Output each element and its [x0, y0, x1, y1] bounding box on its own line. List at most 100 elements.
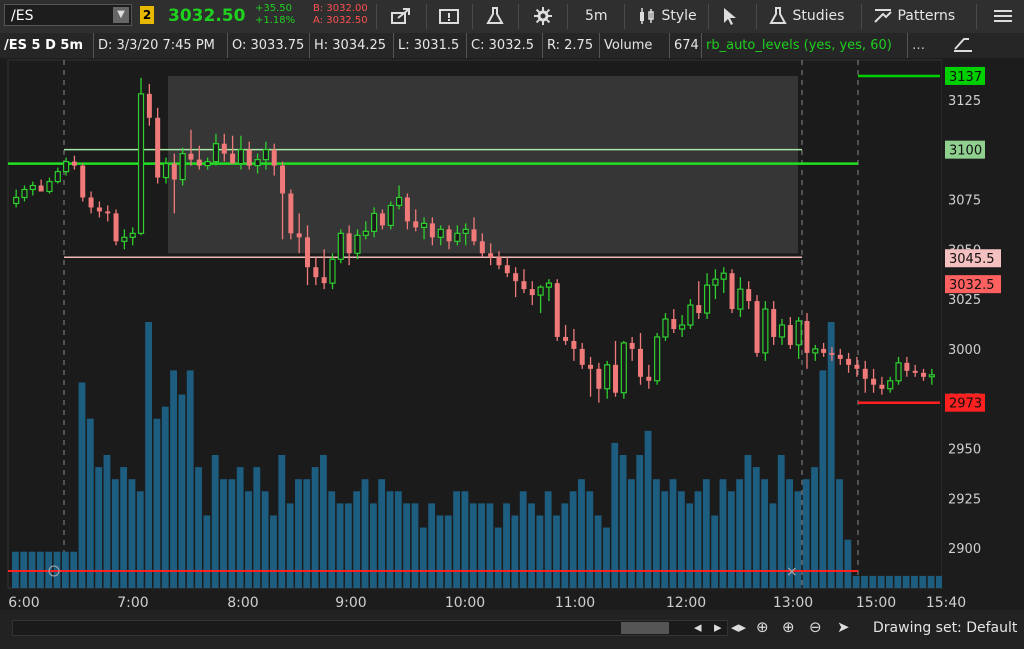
candle-body [188, 153, 194, 160]
volume-bar [594, 515, 602, 588]
candle-body [88, 197, 94, 208]
style-button[interactable]: Style [637, 0, 697, 33]
volume-bar [403, 503, 411, 588]
candle-body [862, 368, 868, 379]
bar-date: D: 3/3/20 7:45 PM [94, 33, 228, 58]
bar-high: H: 3034.25 [310, 33, 394, 58]
zoom-in-icon[interactable]: ⊕ [782, 618, 795, 636]
gear-icon[interactable] [533, 0, 553, 33]
divider [426, 4, 427, 29]
volume-bar [661, 491, 669, 588]
candle-body [371, 212, 378, 232]
volume-bar [677, 491, 685, 588]
volume-bar [61, 551, 69, 588]
divider [567, 4, 568, 29]
candle-body [162, 163, 170, 179]
candle-body [212, 143, 220, 163]
volume-bar [53, 551, 61, 588]
bid-ask: B: 3032.00 A: 3032.50 [313, 3, 368, 27]
volume-bar [636, 455, 644, 588]
x-tick-label: 9:00 [335, 595, 366, 610]
patterns-button[interactable]: Patterns [873, 0, 955, 33]
patterns-label: Patterns [897, 8, 956, 24]
price-label: 3100 [949, 144, 982, 159]
horizontal-scrollbar[interactable] [12, 620, 728, 636]
x-tick-label: 15:00 [856, 595, 896, 610]
more-icon[interactable]: … [908, 33, 940, 58]
candle-body [513, 273, 519, 282]
scroll-right-icon[interactable]: ▸ [714, 618, 722, 636]
candle-body [654, 336, 661, 382]
study-label[interactable]: rb_auto_levels (yes, yes, 60) [702, 33, 908, 58]
divider [708, 4, 709, 29]
cursor-icon[interactable] [721, 0, 739, 33]
volume-bar [752, 467, 760, 588]
volume-bar [245, 491, 252, 588]
candle-body [662, 318, 669, 338]
y-tick-label: 2950 [948, 443, 981, 458]
flask-icon [769, 7, 787, 24]
chevron-down-icon[interactable]: ▼ [113, 7, 129, 23]
volume-bar [486, 503, 494, 588]
timeframe-button[interactable]: 5m [585, 0, 608, 33]
scroll-left-icon[interactable]: ◂ [694, 618, 702, 636]
bar-close: C: 3032.5 [467, 33, 543, 58]
volume-bar [927, 575, 935, 588]
candle-body [413, 221, 419, 228]
candle-body [155, 117, 161, 178]
volume-bar [145, 322, 153, 588]
bar-range: R: 2.75 [543, 33, 600, 58]
volume-bar [503, 503, 510, 588]
zoom-fit-icon[interactable]: ◂▸ [731, 618, 746, 636]
volume-bar [78, 382, 86, 588]
volume-bar [12, 551, 19, 588]
alert-icon[interactable] [438, 0, 462, 33]
studies-button[interactable]: Studies [768, 0, 844, 33]
candle-body [313, 267, 319, 278]
candle-body [479, 241, 485, 254]
candle-body [837, 354, 843, 359]
volume-bar [686, 503, 694, 588]
volume-bar [544, 491, 552, 588]
flask-icon[interactable] [485, 0, 505, 33]
symbol-selector[interactable]: /ES ▼ [4, 4, 132, 26]
volume-bar [844, 539, 852, 588]
candle-body [604, 364, 611, 390]
menu-icon[interactable] [992, 0, 1014, 33]
candle-body [38, 185, 44, 192]
candle-body [246, 149, 252, 166]
price-chart[interactable]: ×290029252950297530003025305030753100312… [0, 58, 1024, 610]
volume-bar [120, 467, 128, 588]
bid-price: B: 3032.00 [313, 3, 368, 14]
candle-body [305, 237, 311, 268]
scrollbar-thumb[interactable] [621, 622, 669, 634]
volume-bar [444, 515, 452, 588]
divider [861, 4, 862, 29]
candle-body [146, 93, 152, 118]
candle-body [871, 378, 877, 385]
volume-bar [478, 503, 485, 588]
volume-bar [569, 491, 577, 588]
drawing-tool-icon[interactable] [948, 33, 978, 58]
share-icon[interactable] [390, 0, 412, 33]
crosshair-icon[interactable]: ⊕ [756, 618, 769, 636]
y-tick-label: 3075 [948, 193, 981, 208]
x-tick-label: 15:40 [926, 595, 966, 610]
candle-body [829, 352, 835, 355]
candle-body [521, 281, 527, 290]
volume-bar [894, 575, 902, 588]
candle-body [29, 184, 36, 191]
candle-body [537, 286, 544, 296]
candle-body [321, 277, 327, 284]
zoom-out-icon[interactable]: ⊖ [809, 618, 822, 636]
candle-body [462, 228, 469, 234]
volume-bar [261, 491, 269, 588]
drawing-set[interactable]: Drawing set: Default [873, 620, 1017, 636]
link-badge[interactable]: 2 [140, 6, 154, 24]
price-label: 3032.5 [949, 278, 995, 293]
volume-bar [744, 455, 752, 588]
price-label: 3137 [949, 70, 982, 85]
candle-body [912, 370, 918, 373]
candle-body [846, 358, 852, 365]
pointer-icon[interactable]: ➤ [837, 618, 850, 636]
